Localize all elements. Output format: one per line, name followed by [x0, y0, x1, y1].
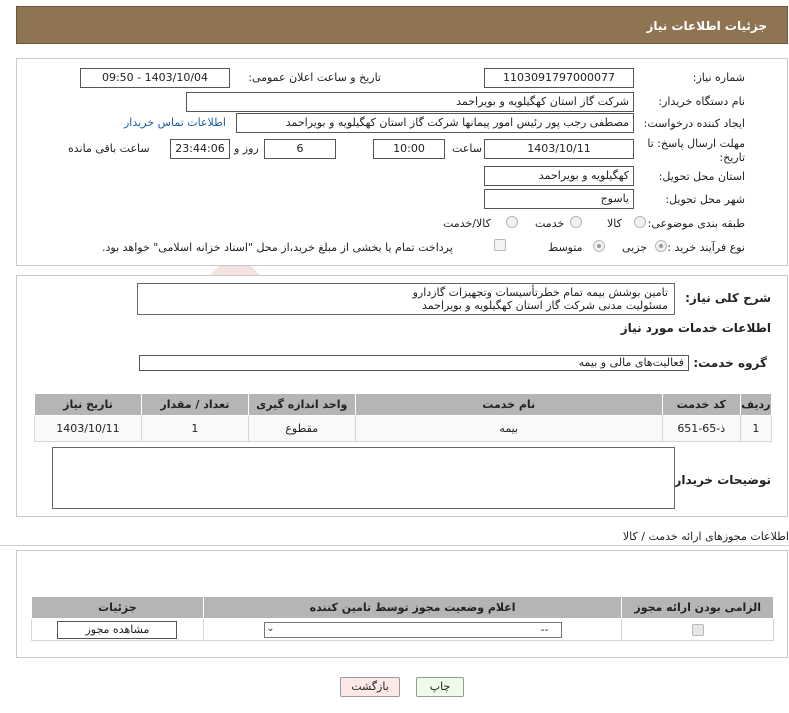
process-radio-minor[interactable]	[655, 240, 667, 252]
table-row: 1 ذ-65-651 بیمه مقطوع 1 1403/10/11	[34, 415, 773, 442]
cell-name: بیمه	[354, 415, 663, 442]
col-code: کد خدمت	[661, 393, 741, 416]
col-name: نام خدمت	[354, 393, 663, 416]
announce-datetime-field: 1403/10/04 - 09:50	[80, 68, 230, 88]
col-qty: تعداد / مقدار	[140, 393, 249, 416]
buyer-field: شرکت گاز استان کهگیلویه و بویراحمد	[186, 92, 634, 112]
announce-label: تاریخ و ساعت اعلان عمومی:	[248, 71, 381, 84]
col-unit: واحد اندازه گیری	[247, 393, 356, 416]
page-title: جزئیات اطلاعات نیاز	[646, 19, 767, 33]
creator-field: مصطفی رجب پور رئیس امور پیمانها شرکت گاز…	[236, 113, 634, 133]
need-number-field: 1103091797000077	[484, 68, 634, 88]
need-number-label: شماره نیاز:	[692, 71, 745, 84]
cell-date: 1403/10/11	[34, 415, 142, 442]
deadline-label: مهلت ارسال پاسخ: تا تاریخ:	[647, 137, 745, 164]
days-label: روز و	[234, 142, 259, 155]
category-label: طبقه بندی موضوعی:	[647, 217, 745, 230]
col-permit-status: اعلام وضعیت مجوز توسط تامین کننده	[202, 596, 623, 619]
creator-label: ایجاد کننده درخواست:	[643, 117, 745, 130]
province-label: استان محل تحویل:	[658, 170, 745, 183]
buyer-contact-link[interactable]: اطلاعات تماس خریدار	[124, 116, 226, 129]
back-button[interactable]: بازگشت	[340, 677, 400, 697]
cell-unit: مقطوع	[247, 415, 356, 442]
days-field: 6	[264, 139, 336, 159]
table-row: -- ⌄ مشاهده مجوز	[31, 618, 774, 641]
permit-required-checkbox	[691, 624, 704, 636]
buyer-notes-textarea[interactable]	[52, 447, 675, 509]
services-section-title: اطلاعات خدمات مورد نیاز	[620, 321, 771, 335]
service-group-label: گروه خدمت:	[693, 356, 767, 370]
col-permit-required: الزامی بودن ارائه مجوز	[621, 596, 774, 619]
permit-status-select[interactable]: -- ⌄	[263, 621, 562, 638]
view-permit-button[interactable]: مشاهده مجوز	[57, 620, 178, 639]
col-permit-details: جزئیات	[31, 596, 204, 619]
cell-permit-details: مشاهده مجوز	[31, 618, 204, 641]
category-radio-goods-service[interactable]	[506, 216, 518, 228]
city-label: شهر محل تحویل:	[665, 193, 745, 206]
summary-line-2: مسئولیت مدنی شرکت گاز استان کهگیلویه و ب…	[422, 299, 668, 312]
cell-code: ذ-65-651	[661, 415, 741, 442]
summary-textarea[interactable]: تامین بوشش بیمه تمام خطرتأسیسات وتجهیزات…	[137, 283, 675, 315]
category-option-service: خدمت	[535, 217, 565, 230]
category-radio-service[interactable]	[570, 216, 582, 228]
process-option-minor: جزیی	[622, 241, 648, 254]
cell-row: 1	[739, 415, 773, 442]
permit-status-value: --	[540, 622, 549, 636]
page-header: جزئیات اطلاعات نیاز	[16, 6, 788, 44]
summary-line-1: تامین بوشش بیمه تمام خطرتأسیسات وتجهیزات…	[412, 286, 668, 299]
permits-section-title: اطلاعات مجوزهای ارائه خدمت / کالا	[622, 530, 789, 543]
services-table: ردیف کد خدمت نام خدمت واحد اندازه گیری ت…	[34, 393, 773, 442]
province-field: کهگیلویه و بویراحمد	[484, 166, 634, 186]
buyer-notes-label: توضیحات خریدار:	[669, 473, 771, 487]
category-radio-goods[interactable]	[634, 216, 646, 228]
process-radio-medium[interactable]	[593, 240, 605, 252]
col-date: تاریخ نیاز	[34, 393, 142, 416]
col-row: ردیف	[739, 393, 773, 416]
remaining-label: ساعت باقی مانده	[68, 142, 150, 155]
process-option-medium: متوسط	[548, 241, 583, 254]
deadline-date-field: 1403/10/11	[484, 139, 634, 159]
city-field: یاسوج	[484, 189, 634, 209]
print-button[interactable]: چاپ	[416, 677, 464, 697]
permits-divider	[0, 545, 789, 546]
deadline-time-label: ساعت	[452, 142, 482, 155]
payment-note: پرداخت تمام یا بخشی از مبلغ خرید،از محل …	[102, 241, 453, 254]
chevron-down-icon: ⌄	[266, 622, 275, 634]
remaining-time-field: 23:44:06	[170, 139, 230, 159]
service-group-field: فعالیت‌های مالی و بیمه	[139, 355, 689, 371]
cell-permit-status: -- ⌄	[202, 618, 623, 641]
permits-table: الزامی بودن ارائه مجوز اعلام وضعیت مجوز …	[31, 596, 774, 641]
category-option-goods-service: کالا/خدمت	[443, 217, 491, 230]
cell-permit-required	[621, 618, 774, 641]
deadline-time-field: 10:00	[373, 139, 445, 159]
process-label: نوع فرآیند خرید :	[667, 241, 745, 254]
cell-qty: 1	[140, 415, 249, 442]
buyer-label: نام دستگاه خریدار:	[658, 95, 745, 108]
treasury-payment-checkbox[interactable]	[494, 239, 506, 251]
summary-label: شرح کلی نیاز:	[685, 291, 771, 305]
category-option-goods: کالا	[607, 217, 622, 230]
